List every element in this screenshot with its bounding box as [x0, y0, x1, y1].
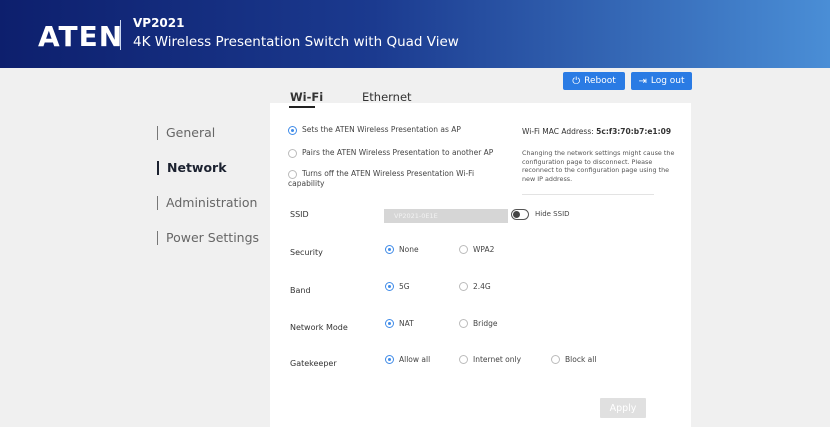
gatekeeper-option-internet-only[interactable]: Internet only: [459, 355, 521, 364]
ssid-label: SSID: [290, 210, 309, 219]
ap-mode-option-pair[interactable]: Pairs the ATEN Wireless Presentation to …: [288, 148, 493, 158]
tab-ethernet[interactable]: Ethernet: [362, 90, 412, 104]
radio-selected-icon: [385, 245, 394, 254]
reboot-button[interactable]: ⏻ Reboot: [563, 72, 625, 90]
radio-selected-icon: [385, 282, 394, 291]
aten-logo: ATEN: [38, 20, 124, 53]
network-warning-note: Changing the network settings might caus…: [522, 149, 675, 183]
security-option-none[interactable]: None: [385, 245, 419, 254]
security-label: Security: [290, 248, 323, 257]
radio-icon: [551, 355, 560, 364]
gatekeeper-option-block-all[interactable]: Block all: [551, 355, 596, 364]
logout-button[interactable]: ⇥ Log out: [631, 72, 692, 90]
radio-selected-icon: [288, 125, 297, 135]
network-mode-label: Network Mode: [290, 323, 348, 332]
reboot-label: Reboot: [584, 76, 616, 86]
app-header: ATEN VP2021 4K Wireless Presentation Swi…: [0, 0, 830, 68]
mac-address-value: 5c:f3:70:b7:e1:09: [596, 127, 672, 136]
radio-icon: [288, 148, 297, 158]
radio-icon: [459, 319, 468, 328]
power-icon: ⏻: [572, 75, 581, 87]
mac-address: Wi-Fi MAC Address: 5c:f3:70:b7:e1:09: [522, 127, 672, 136]
ap-mode-option-ap[interactable]: Sets the ATEN Wireless Presentation as A…: [288, 125, 461, 135]
product-subtitle: 4K Wireless Presentation Switch with Qua…: [133, 34, 459, 50]
apply-button[interactable]: Apply: [600, 398, 646, 418]
gatekeeper-label: Gatekeeper: [290, 359, 337, 368]
radio-icon: [459, 282, 468, 291]
note-divider: [522, 194, 654, 195]
radio-selected-icon: [385, 355, 394, 364]
network-mode-option-bridge[interactable]: Bridge: [459, 319, 497, 328]
radio-icon: [459, 355, 468, 364]
tab-wifi[interactable]: Wi-Fi: [290, 90, 323, 104]
gatekeeper-option-allow-all[interactable]: Allow all: [385, 355, 430, 364]
radio-selected-icon: [385, 319, 394, 328]
ap-mode-option-off[interactable]: Turns off the ATEN Wireless Presentation…: [288, 169, 488, 188]
hide-ssid-label: Hide SSID: [535, 210, 570, 218]
sidebar-item-administration[interactable]: Administration: [157, 196, 257, 210]
band-option-2-4g[interactable]: 2.4G: [459, 282, 491, 291]
logout-label: Log out: [650, 76, 685, 86]
sidebar-item-general[interactable]: General: [157, 126, 215, 140]
ssid-input[interactable]: VP2021-0E1E: [384, 209, 508, 223]
radio-icon: [459, 245, 468, 254]
model-name: VP2021: [133, 16, 185, 30]
hide-ssid-toggle[interactable]: [511, 209, 529, 220]
active-tab-indicator: [289, 106, 315, 108]
radio-icon: [288, 169, 297, 179]
header-divider: [120, 20, 121, 50]
sidebar-item-network[interactable]: Network: [157, 161, 227, 175]
sidebar-item-power-settings[interactable]: Power Settings: [157, 231, 259, 245]
logout-icon: ⇥: [638, 75, 647, 87]
network-mode-option-nat[interactable]: NAT: [385, 319, 414, 328]
band-option-5g[interactable]: 5G: [385, 282, 410, 291]
band-label: Band: [290, 286, 311, 295]
security-option-wpa2[interactable]: WPA2: [459, 245, 494, 254]
